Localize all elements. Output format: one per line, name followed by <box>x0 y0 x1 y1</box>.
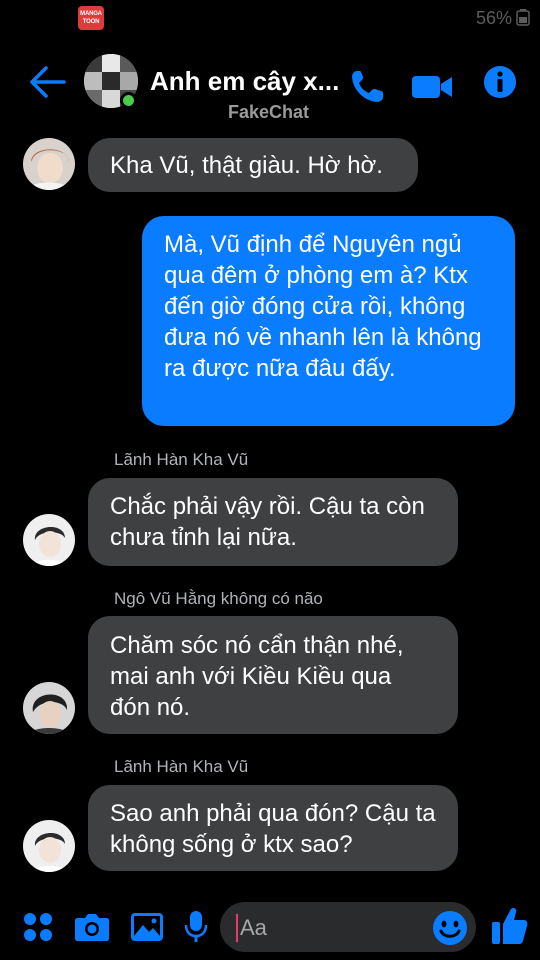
chat-title[interactable]: Anh em cây x... <box>150 66 339 97</box>
battery-icon <box>516 9 530 26</box>
text-cursor <box>236 914 238 942</box>
sender-name: Ngô Vũ Hằng không có não <box>114 589 323 608</box>
chat-subtitle: FakeChat <box>228 102 310 122</box>
microphone-icon[interactable] <box>184 910 208 944</box>
message-bubble-incoming[interactable]: Sao anh phải qua đón? Cậu ta không sống … <box>88 785 458 871</box>
phone-icon[interactable] <box>348 68 388 106</box>
thumbs-up-icon[interactable] <box>491 906 529 946</box>
image-icon[interactable] <box>130 912 164 942</box>
composer-bar: Aa <box>0 900 540 960</box>
status-bar: MANGA TOON 56% <box>0 0 540 36</box>
message-bubble-incoming[interactable]: Chắc phải vậy rồi. Cậu ta còn chưa tỉnh … <box>88 478 458 566</box>
camera-icon[interactable] <box>74 912 110 942</box>
sender-name: Lãnh Hàn Kha Vũ <box>114 450 249 469</box>
avatar-lanh-han-kha-vu[interactable] <box>23 514 75 566</box>
message-input-placeholder: Aa <box>240 915 267 940</box>
chat-header: Anh em cây x... FakeChat <box>0 46 540 126</box>
smiley-icon[interactable] <box>432 910 468 946</box>
avatar-lanh-han-kha-vu[interactable] <box>23 820 75 872</box>
battery-percentage: 56% <box>475 8 512 28</box>
avatar-ngo-vu-hang[interactable] <box>23 682 75 734</box>
message-bubble-incoming[interactable]: Chăm sóc nó cẩn thận nhé, mai anh với Ki… <box>88 616 458 734</box>
sender-name: Lãnh Hàn Kha Vũ <box>114 757 249 776</box>
video-camera-icon[interactable] <box>410 72 454 102</box>
online-indicator <box>120 92 137 109</box>
app-logo: MANGA TOON <box>78 6 104 30</box>
avatar-kha-vu[interactable] <box>23 138 75 190</box>
message-bubble-outgoing[interactable]: Mà, Vũ định để Nguyên ngủ qua đêm ở phòn… <box>142 216 515 426</box>
info-icon[interactable] <box>483 65 517 99</box>
four-dots-icon[interactable] <box>23 912 53 942</box>
back-button[interactable] <box>28 64 68 100</box>
message-bubble-incoming[interactable]: Kha Vũ, thật giàu. Hờ hờ. <box>88 138 418 192</box>
